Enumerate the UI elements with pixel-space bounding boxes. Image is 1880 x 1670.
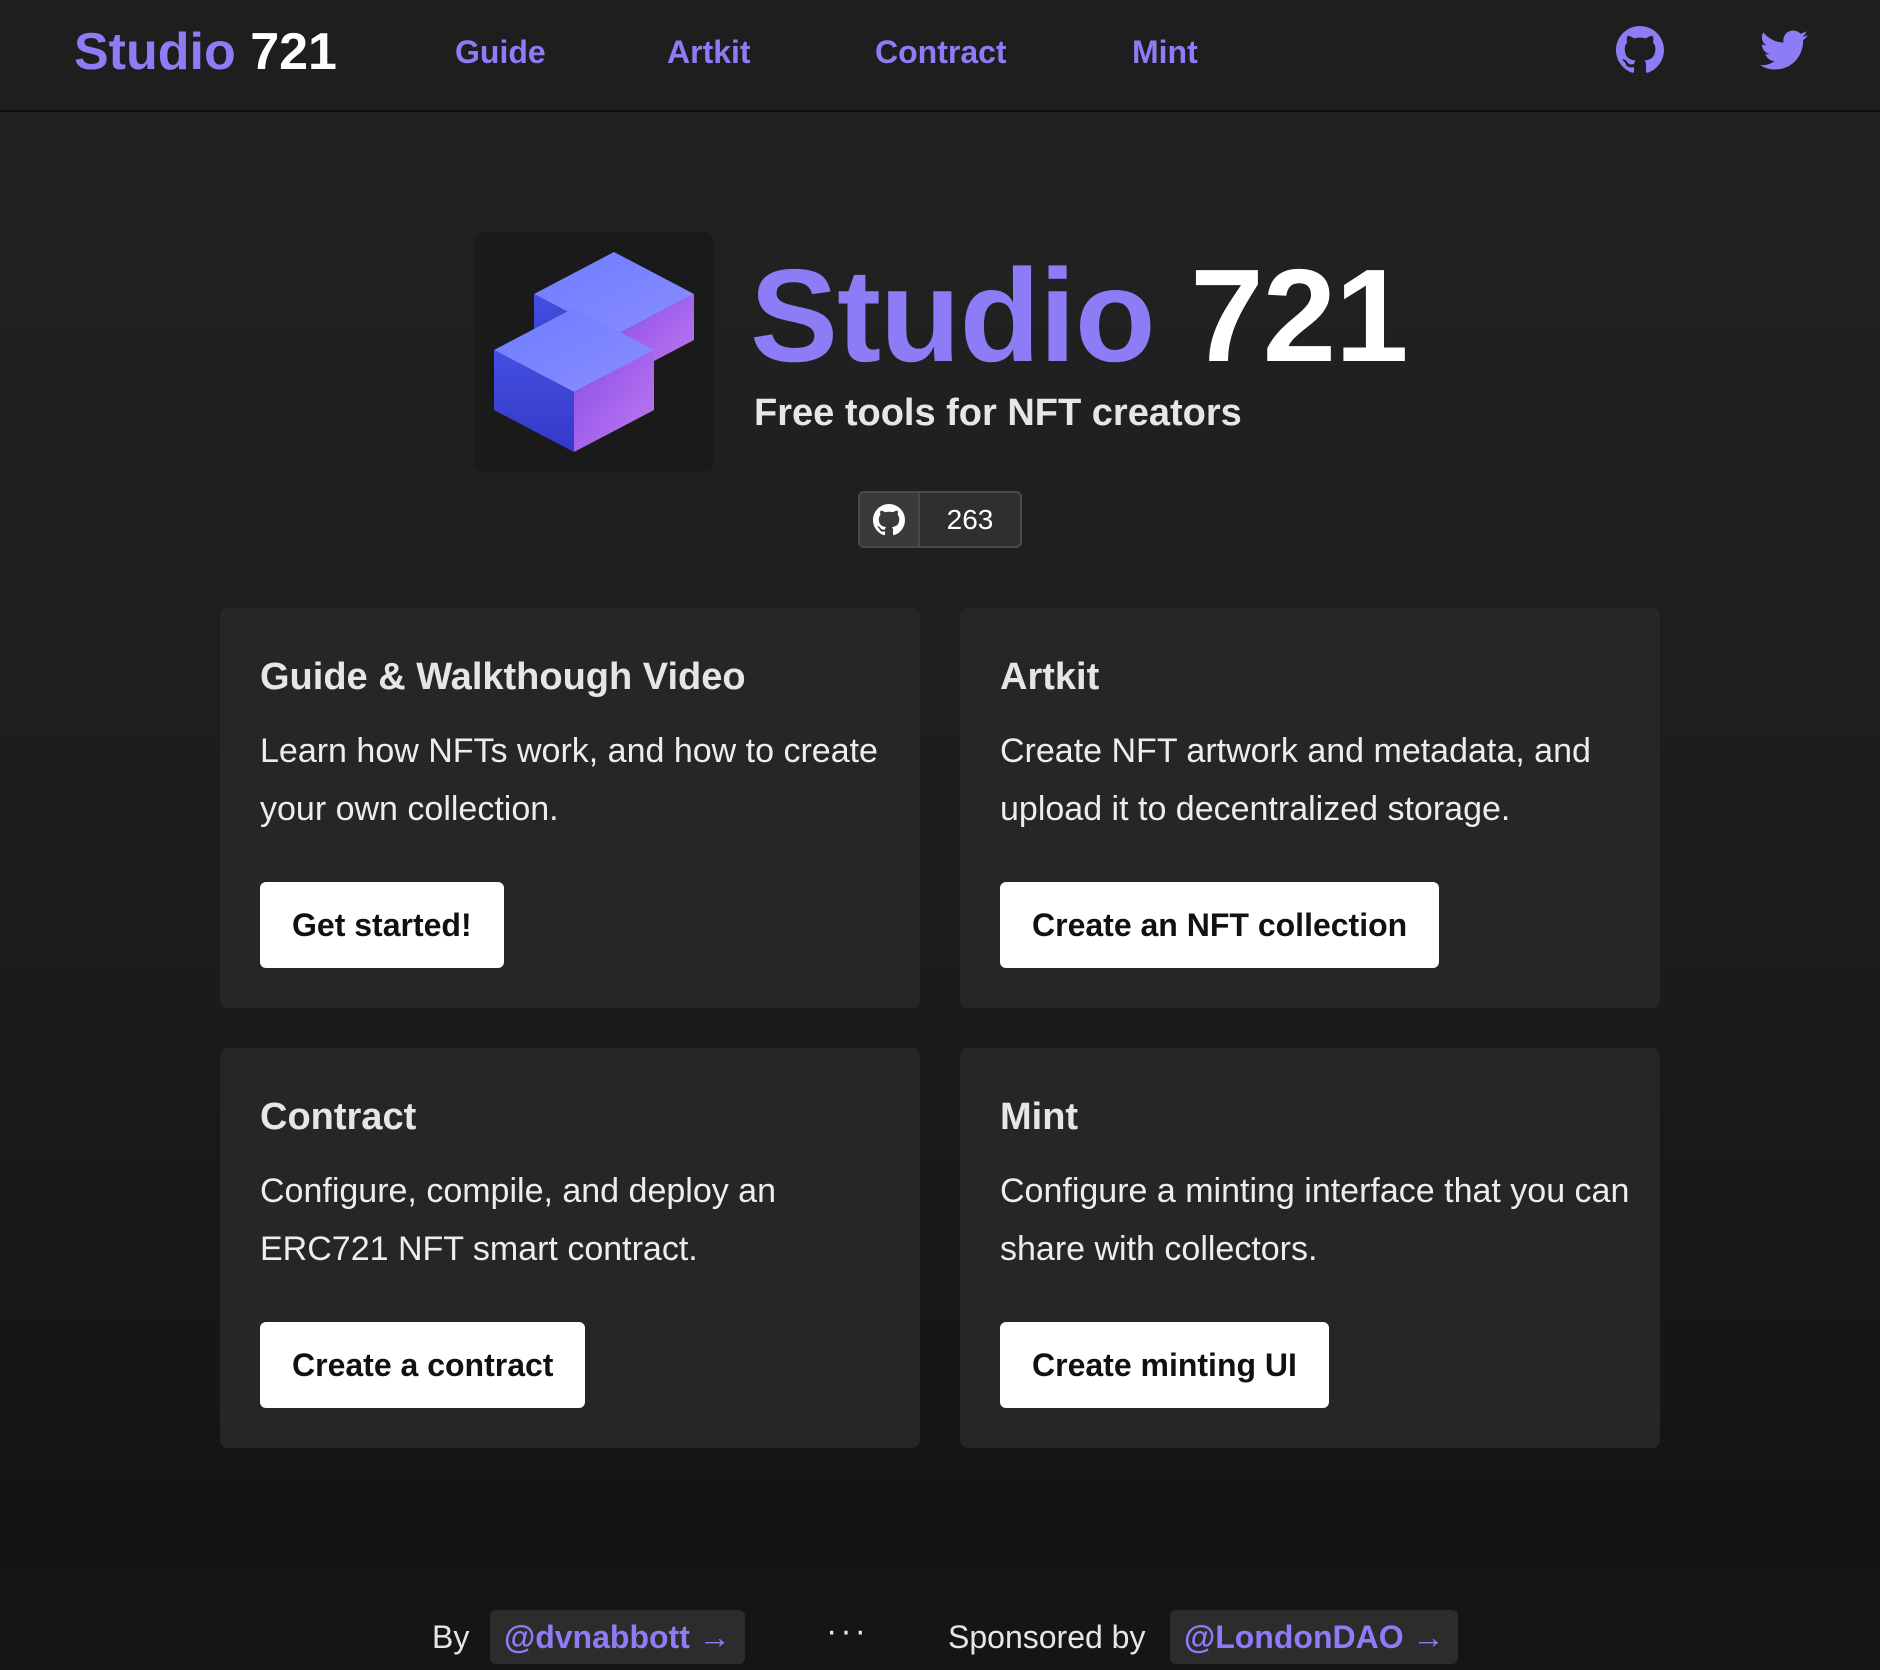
top-nav: Studio 721 Guide Artkit Contract Mint bbox=[0, 0, 1880, 112]
brand-logo-link[interactable]: Studio 721 bbox=[74, 22, 337, 82]
card-description: Configure a minting interface that you c… bbox=[1000, 1172, 1630, 1268]
get-started-button[interactable]: Get started! bbox=[260, 882, 504, 968]
nav-link-contract[interactable]: Contract bbox=[875, 32, 1007, 72]
card-guide: Guide & Walkthough Video Learn how NFTs … bbox=[220, 608, 920, 1008]
create-contract-button[interactable]: Create a contract bbox=[260, 1322, 586, 1408]
page: Studio 721 Guide Artkit Contract Mint St… bbox=[0, 0, 1880, 1670]
card-title: Contract bbox=[260, 1096, 417, 1138]
card-title: Mint bbox=[1000, 1096, 1079, 1138]
hero-subtitle: Free tools for NFT creators bbox=[754, 392, 1242, 434]
nav-link-artkit[interactable]: Artkit bbox=[667, 32, 751, 72]
card-mint: Mint Configure a minting interface that … bbox=[960, 1048, 1660, 1448]
footer-separator: ··· bbox=[826, 1612, 869, 1650]
github-icon[interactable] bbox=[1616, 26, 1664, 74]
brand-number: 721 bbox=[250, 23, 337, 81]
footer: By @dvnabbott → ··· Sponsored by @London… bbox=[0, 1568, 1880, 1670]
card-description: Learn how NFTs work, and how to create y… bbox=[260, 732, 878, 828]
hero-title-studio: Studio bbox=[750, 242, 1156, 389]
hero-title-number: 721 bbox=[1190, 242, 1408, 389]
card-title: Guide & Walkthough Video bbox=[260, 656, 746, 698]
github-stars-badge[interactable]: 263 bbox=[858, 491, 1022, 548]
footer-credits: By @dvnabbott → ··· Sponsored by @London… bbox=[0, 1610, 1880, 1664]
card-contract: Contract Configure, compile, and deploy … bbox=[220, 1048, 920, 1448]
footer-by-label: By bbox=[432, 1619, 470, 1655]
nav-link-guide[interactable]: Guide bbox=[455, 32, 546, 72]
sponsor-link[interactable]: @LondonDAO → bbox=[1170, 1610, 1459, 1664]
brand-name: Studio bbox=[74, 23, 236, 81]
footer-sponsored-label: Sponsored by bbox=[948, 1619, 1146, 1655]
create-minting-ui-button[interactable]: Create minting UI bbox=[1000, 1322, 1329, 1408]
card-artkit: Artkit Create NFT artwork and metadata, … bbox=[960, 608, 1660, 1008]
card-description: Create NFT artwork and metadata, and upl… bbox=[1000, 732, 1591, 828]
github-star-count: 263 bbox=[946, 503, 994, 535]
twitter-icon[interactable] bbox=[1760, 26, 1808, 74]
card-title: Artkit bbox=[1000, 656, 1100, 698]
create-nft-collection-button[interactable]: Create an NFT collection bbox=[1000, 882, 1440, 968]
github-icon bbox=[860, 493, 920, 546]
studio-cube-logo bbox=[474, 232, 714, 472]
card-description: Configure, compile, and deploy an ERC721… bbox=[260, 1172, 776, 1268]
nav-link-mint[interactable]: Mint bbox=[1132, 32, 1198, 72]
hero-title: Studio 721 bbox=[750, 246, 1409, 386]
author-link[interactable]: @dvnabbott → bbox=[490, 1610, 745, 1664]
